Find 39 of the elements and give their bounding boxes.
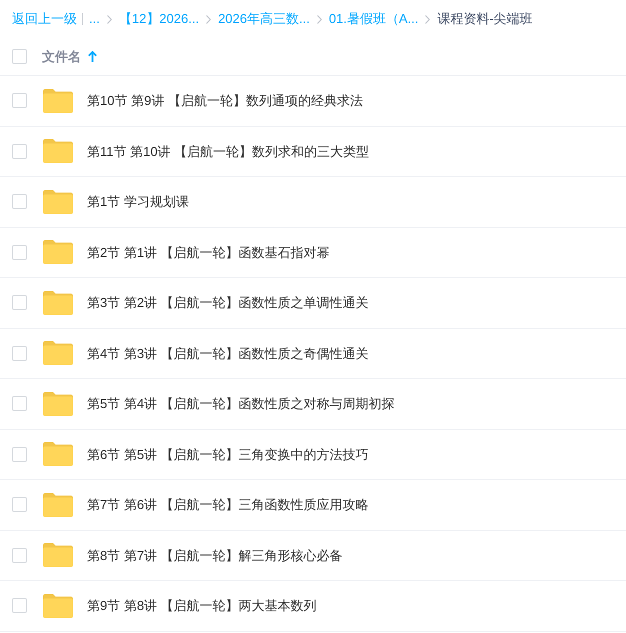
checkbox[interactable] (12, 396, 27, 412)
folder-name[interactable]: 第10节 第9讲 【启航一轮】数列通项的经典求法 (87, 91, 363, 110)
folder-icon (43, 442, 73, 466)
folder-icon (43, 240, 73, 264)
checkbox[interactable] (12, 497, 27, 512)
folder-name[interactable]: 第3节 第2讲 【启航一轮】函数性质之单调性通关 (87, 293, 369, 312)
checkbox[interactable] (12, 194, 27, 210)
folder-icon (43, 492, 73, 517)
checkbox[interactable] (12, 244, 27, 260)
folder-icon (43, 88, 73, 113)
chevron-right-icon (206, 14, 212, 24)
breadcrumb-current: 课程资料-尖端班 (437, 10, 533, 28)
folder-name[interactable]: 第1节 学习规划课 (87, 192, 189, 212)
checkbox[interactable] (12, 49, 27, 64)
folder-icon (43, 341, 73, 366)
folder-icon (43, 190, 73, 214)
folder-icon (43, 392, 73, 416)
checkbox[interactable] (12, 346, 27, 361)
chevron-right-icon (425, 14, 430, 24)
folder-name[interactable]: 第11节 第10讲 【启航一轮】数列求和的三大类型 (87, 142, 370, 161)
checkbox[interactable] (12, 93, 27, 108)
folder-icon (43, 543, 73, 568)
folder-name[interactable]: 第8节 第7讲 【启航一轮】解三角形核心必备 (87, 546, 343, 565)
checkbox[interactable] (12, 295, 27, 310)
checkbox[interactable] (12, 548, 27, 563)
checkbox[interactable] (12, 144, 27, 159)
folder-name[interactable]: 第5节 第4讲 【启航一轮】函数性质之对称与周期初探 (87, 394, 395, 414)
chevron-right-icon (106, 14, 112, 24)
folder-name[interactable]: 第7节 第6讲 【启航一轮】三角函数性质应用攻略 (87, 495, 369, 514)
checkbox[interactable] (12, 446, 27, 462)
chevron-right-icon (316, 14, 322, 24)
folder-name[interactable]: 第2节 第1讲 【启航一轮】函数基石指对幂 (87, 242, 330, 262)
checkbox[interactable] (12, 598, 27, 614)
folder-name[interactable]: 第4节 第3讲 【启航一轮】函数性质之奇偶性通关 (87, 344, 369, 363)
folder-name[interactable]: 第6节 第5讲 【启航一轮】三角变换中的方法技巧 (87, 444, 369, 464)
folder-icon (43, 594, 73, 618)
folder-icon (43, 290, 73, 315)
folder-name[interactable]: 第9节 第8讲 【启航一轮】两大基本数列 (87, 596, 317, 616)
folder-icon (43, 139, 73, 164)
